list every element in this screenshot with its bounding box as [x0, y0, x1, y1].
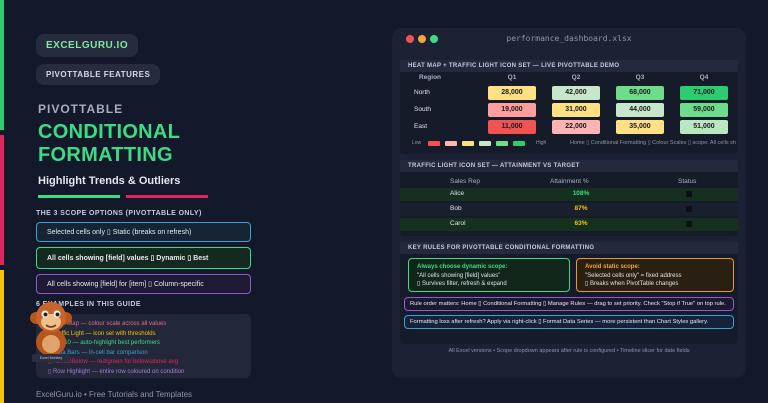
dashboard-window: performance_dashboard.xlsx HEAT MAP + TR…	[392, 28, 746, 378]
monkey-mascot-icon: Excel Monkey	[30, 296, 72, 362]
static-scope-title: Avoid static scope:	[585, 264, 640, 270]
static-scope-line1: "Selected cells only" = fixed address	[585, 272, 682, 279]
table-row: Bob 87%	[400, 203, 738, 216]
heatmap-cell[interactable]: 11,000	[488, 120, 536, 134]
mascot-label: Excel Monkey	[39, 356, 63, 360]
attainment-value: 63%	[574, 220, 588, 227]
scope-option-field-for-item: All cells showing [field] for [item] ▯ C…	[36, 274, 251, 294]
traffic-col-attainment: Attainment %	[550, 178, 589, 185]
rules-card: KEY RULES FOR PIVOTTABLE CONDITIONAL FOR…	[400, 242, 738, 344]
accent-bar-green	[0, 0, 4, 130]
brand-pill[interactable]: EXCELGURU.IO	[36, 34, 139, 57]
heatmap-cell[interactable]: 59,000	[680, 103, 728, 117]
subtitle: Highlight Trends & Outliers	[38, 175, 181, 187]
rule-order-note: Rule order matters: Home ▯ Conditional F…	[404, 297, 734, 311]
traffic-light-card: TRAFFIC LIGHT ICON SET — ATTAINMENT VS T…	[400, 160, 738, 236]
headline-line-2: FORMATTING	[38, 144, 173, 166]
heatmap-cell[interactable]: 19,000	[488, 103, 536, 117]
heatmap-row-label: East	[414, 123, 428, 130]
status-icon	[686, 191, 692, 197]
legend-swatch	[479, 141, 491, 146]
title-underline	[36, 195, 251, 198]
traffic-col-status: Status	[678, 178, 697, 185]
list-item: ▯ Data Bars — in-cell bar comparison	[48, 349, 148, 356]
heatmap-cell[interactable]: 22,000	[552, 120, 600, 134]
heatmap-row-label: North	[414, 89, 430, 96]
status-icon	[686, 221, 692, 227]
heatmap-card: HEAT MAP + TRAFFIC LIGHT ICON SET — LIVE…	[400, 60, 738, 154]
heatmap-row-label: South	[414, 106, 431, 113]
list-item: ▯ Heat Map — colour scale across all val…	[48, 321, 167, 327]
rules-header: KEY RULES FOR PIVOTTABLE CONDITIONAL FOR…	[400, 242, 738, 254]
formatting-loss-note: Formatting loss after refresh? Apply via…	[404, 315, 734, 329]
static-scope-note: Avoid static scope: "Selected cells only…	[576, 258, 734, 292]
heatmap-cell[interactable]: 44,000	[616, 103, 664, 117]
table-row: Carol 63%	[400, 218, 738, 231]
heatmap-col-q4: Q4	[699, 74, 709, 81]
window-title: performance_dashboard.xlsx	[506, 34, 632, 43]
heatmap-cell[interactable]: 31,000	[552, 103, 600, 117]
feature-badge: PIVOTTABLE FEATURES	[36, 64, 161, 85]
legend-swatch	[462, 141, 474, 146]
accent-bar-red	[0, 135, 4, 265]
heatmap-cell[interactable]: 28,000	[488, 86, 536, 100]
heatmap-header: HEAT MAP + TRAFFIC LIGHT ICON SET — LIVE…	[400, 60, 738, 72]
scope-option-selected-cells: Selected cells only ▯ Static (breaks on …	[36, 222, 251, 242]
dynamic-scope-title: Always choose dynamic scope:	[417, 264, 508, 270]
attainment-value: 87%	[574, 205, 588, 212]
heatmap-legend-note: Home ▯ Conditional Formatting ▯ Colour S…	[570, 140, 736, 146]
dynamic-scope-line2: ▯ Survives filter, refresh & expand	[417, 281, 507, 287]
heatmap-col-q3: Q3	[635, 74, 645, 81]
sales-rep-name: Carol	[450, 220, 466, 227]
legend-swatch	[428, 141, 440, 146]
scope-section-title: THE 3 SCOPE OPTIONS (PIVOTTABLE ONLY)	[36, 210, 202, 217]
list-item: ▯ Row Highlight — entire row coloured on…	[48, 368, 185, 375]
legend-low-label: Low	[412, 140, 422, 146]
scope-option-all-cells: All cells showing [field] values ▯ Dynam…	[36, 247, 251, 269]
heatmap-cell[interactable]: 35,000	[616, 120, 664, 134]
legend-swatch	[513, 141, 525, 146]
sales-rep-name: Bob	[450, 205, 462, 212]
heatmap-cell[interactable]: 42,000	[552, 86, 600, 100]
dynamic-scope-line1: "All cells showing [field] values"	[417, 272, 501, 279]
attainment-value: 108%	[572, 190, 590, 197]
table-row: Alice 108%	[400, 188, 738, 201]
traffic-header: TRAFFIC LIGHT ICON SET — ATTAINMENT VS T…	[400, 160, 738, 172]
heatmap-col-q1: Q1	[507, 74, 517, 81]
list-item: ▯ Top 10 — auto-highlight best performer…	[48, 340, 160, 346]
footer-text: ExcelGuru.io • Free Tutorials and Templa…	[36, 390, 193, 399]
accent-bar-yellow	[0, 270, 4, 403]
kicker: PIVOTTABLE	[38, 102, 124, 116]
dynamic-scope-note: Always choose dynamic scope: "All cells …	[408, 258, 570, 292]
headline-line-1: CONDITIONAL	[38, 121, 181, 143]
list-item: ▯ Traffic Light — icon set with threshol…	[48, 330, 156, 337]
legend-swatch	[496, 141, 508, 146]
page-title: CONDITIONAL FORMATTING	[38, 121, 251, 167]
heatmap-cell[interactable]: 71,000	[680, 86, 728, 100]
sales-rep-name: Alice	[450, 190, 465, 197]
heatmap-row-header: Region	[418, 74, 442, 81]
list-item: ▯ Above/Below — red/green for below/abov…	[48, 359, 179, 365]
status-icon	[686, 206, 692, 212]
traffic-col-rep: Sales Rep	[450, 178, 480, 185]
static-scope-line2: ▯ Breaks when PivotTable changes	[585, 281, 679, 287]
legend-swatch	[445, 141, 457, 146]
window-footer: All Excel versions • Scope dropdown appe…	[448, 348, 690, 354]
window-titlebar: performance_dashboard.xlsx	[392, 28, 746, 50]
legend-high-label: High	[536, 140, 547, 146]
heatmap-cell[interactable]: 68,000	[616, 86, 664, 100]
heatmap-cell[interactable]: 51,000	[680, 120, 728, 134]
heatmap-col-q2: Q2	[571, 74, 581, 81]
